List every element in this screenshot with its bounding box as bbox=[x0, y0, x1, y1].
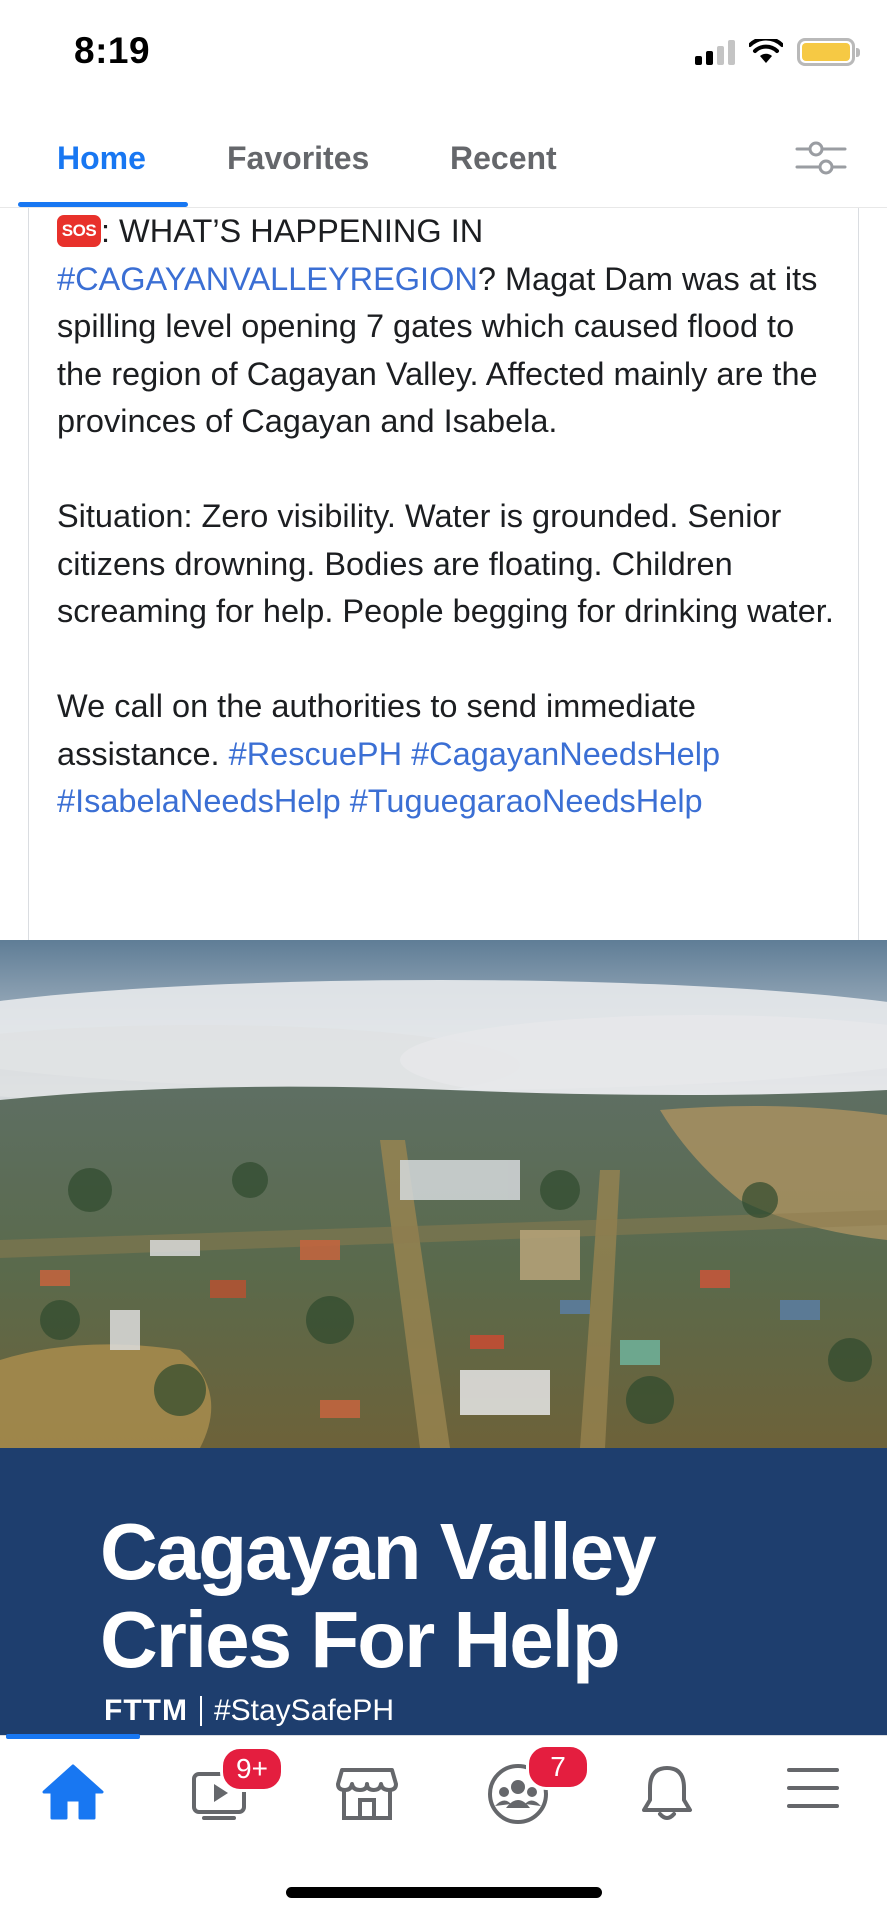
hashtag-link[interactable]: #TuguegaraoNeedsHelp bbox=[350, 783, 703, 819]
home-icon bbox=[42, 1764, 104, 1820]
notifications-bell-icon bbox=[642, 1766, 692, 1820]
brand-logo: FTTM bbox=[104, 1694, 188, 1727]
aerial-flood-image bbox=[0, 940, 887, 1448]
post-paragraph-3: We call on the authorities to send immed… bbox=[57, 683, 847, 826]
image-banner: Cagayan Valley Cries For Help FTTM #Stay… bbox=[0, 1448, 887, 1735]
hashtag-link[interactable]: #RescuePH bbox=[229, 736, 402, 772]
nav-home[interactable] bbox=[40, 1762, 120, 1832]
home-indicator[interactable] bbox=[286, 1887, 602, 1898]
post-photo[interactable] bbox=[0, 940, 887, 1448]
status-time: 8:19 bbox=[74, 30, 151, 71]
tab-favorites[interactable]: Favorites bbox=[227, 140, 369, 177]
tab-recent[interactable]: Recent bbox=[450, 140, 557, 177]
active-nav-indicator bbox=[6, 1734, 140, 1739]
status-bar: 8:19 bbox=[0, 0, 887, 110]
nav-marketplace[interactable] bbox=[336, 1762, 416, 1832]
nav-groups[interactable]: 7 bbox=[486, 1744, 590, 1832]
cellular-signal-icon bbox=[695, 39, 735, 65]
post-lead: : WHAT’S HAPPENING IN bbox=[101, 213, 484, 249]
hashtag-link[interactable]: #CAGAYANVALLEYREGION bbox=[57, 261, 478, 297]
video-badge: 9+ bbox=[220, 1746, 284, 1792]
battery-icon bbox=[797, 38, 860, 66]
banner-line-1: Cagayan Valley bbox=[100, 1507, 657, 1596]
battery-fill bbox=[802, 43, 850, 61]
marketplace-icon bbox=[336, 1768, 398, 1820]
feed-tab-bar: Home Favorites Recent bbox=[0, 110, 887, 208]
banner-tagline: #StaySafePH bbox=[213, 1694, 395, 1727]
banner-title: Cagayan Valley Cries For Help bbox=[100, 1507, 657, 1684]
wifi-icon bbox=[749, 39, 783, 63]
active-tab-indicator bbox=[18, 202, 188, 207]
banner-line-2: Cries For Help bbox=[100, 1595, 621, 1684]
filter-settings-icon[interactable] bbox=[795, 138, 847, 178]
banner-footer: FTTM #StaySafePH bbox=[104, 1694, 394, 1728]
status-icons bbox=[695, 38, 860, 66]
post-text: SOS: WHAT’S HAPPENING IN #CAGAYANVALLEYRE… bbox=[57, 208, 847, 873]
hashtag-link[interactable]: #CagayanNeedsHelp bbox=[411, 736, 720, 772]
post-paragraph-1: SOS: WHAT’S HAPPENING IN #CAGAYANVALLEYRE… bbox=[57, 208, 847, 446]
menu-icon bbox=[787, 1768, 839, 1808]
groups-badge: 7 bbox=[526, 1744, 590, 1790]
hashtag-link[interactable]: #IsabelaNeedsHelp bbox=[57, 783, 341, 819]
post-paragraph-2: Situation: Zero visibility. Water is gro… bbox=[57, 498, 834, 629]
nav-notifications[interactable] bbox=[638, 1762, 718, 1832]
sos-emoji-icon: SOS bbox=[57, 215, 101, 247]
nav-menu[interactable] bbox=[786, 1762, 866, 1832]
nav-watch[interactable]: 9+ bbox=[190, 1746, 284, 1832]
divider bbox=[199, 1696, 202, 1726]
tab-home[interactable]: Home bbox=[57, 140, 146, 177]
